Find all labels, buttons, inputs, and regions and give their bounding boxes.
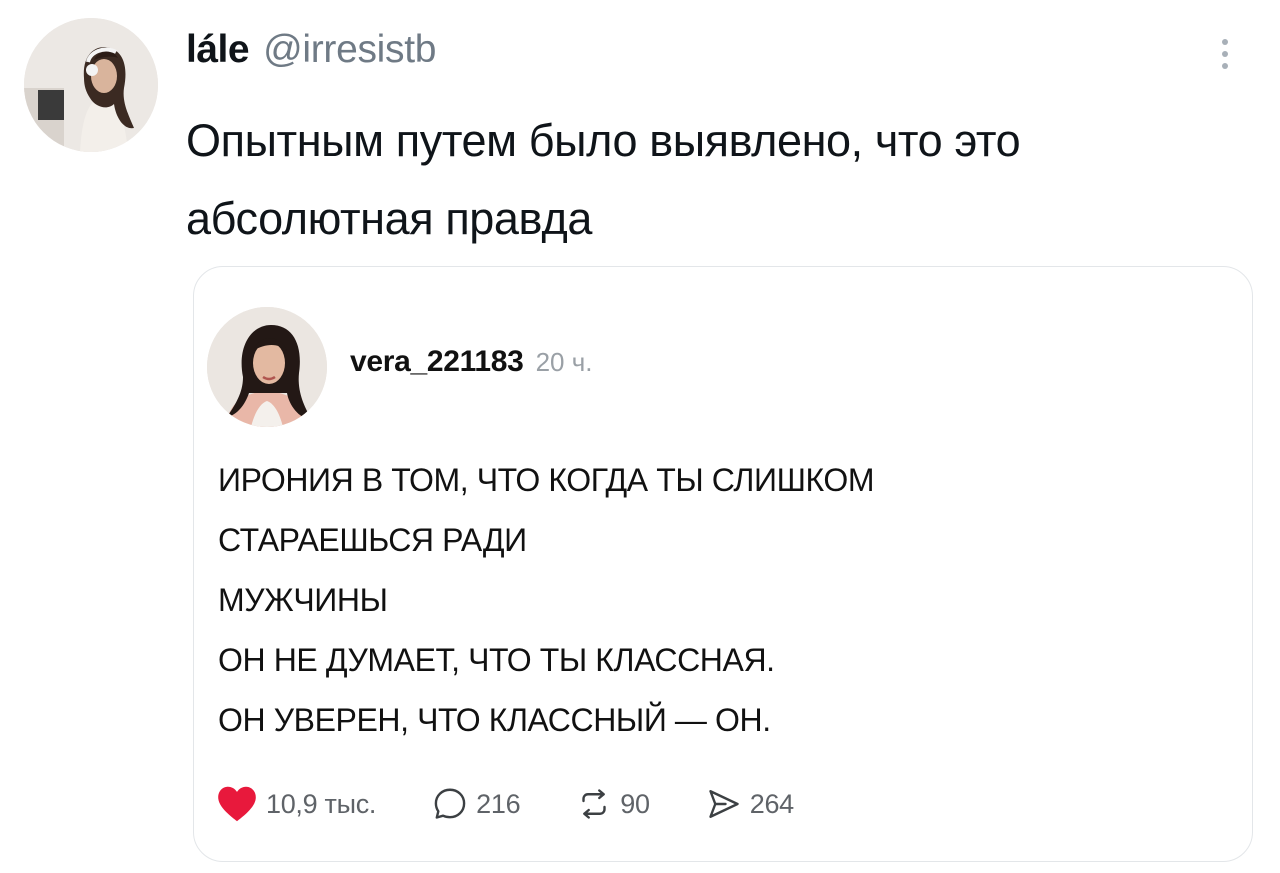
tweet: lále @irresistb Опытным путем было выявл… bbox=[0, 0, 1280, 873]
tweet-text: Опытным путем было выявлено, что это абс… bbox=[186, 115, 1021, 244]
author-avatar[interactable] bbox=[24, 18, 158, 152]
quoted-text-line: ОН НЕ ДУМАЕТ, ЧТО ТЫ КЛАССНАЯ. bbox=[218, 642, 775, 678]
quoted-text-line: СТАРАЕШЬСЯ РАДИ bbox=[218, 522, 527, 558]
like-count: 10,9 тыс. bbox=[266, 788, 377, 819]
heart-icon bbox=[218, 786, 256, 822]
repost-icon bbox=[582, 789, 606, 819]
comment-count: 216 bbox=[476, 788, 521, 819]
author-handle[interactable]: @irresistb bbox=[263, 28, 436, 72]
more-vertical-icon bbox=[1222, 39, 1228, 45]
quoted-text-line: ИРОНИЯ В ТОМ, ЧТО КОГДА ТЫ СЛИШКОМ bbox=[218, 462, 875, 498]
quoted-text-line: МУЖЧИНЫ bbox=[218, 582, 388, 618]
share-count: 264 bbox=[749, 788, 794, 819]
author-avatar-image bbox=[24, 18, 158, 152]
more-options-button[interactable] bbox=[1210, 30, 1240, 78]
share-button[interactable]: 264 bbox=[706, 786, 794, 822]
quoted-timestamp: 20 ч. bbox=[535, 347, 593, 377]
comment-bubble-icon bbox=[434, 788, 466, 819]
quoted-username[interactable]: vera_221183 bbox=[350, 345, 524, 379]
repost-count: 90 bbox=[620, 788, 650, 819]
like-button[interactable]: 10,9 тыс. bbox=[216, 785, 376, 823]
quoted-actions-bar: 10,9 тыс. 216 90 264 bbox=[216, 779, 794, 829]
quoted-post-card[interactable]: vera_221183 20 ч. ИРОНИЯ В ТОМ, ЧТО КОГД… bbox=[193, 266, 1253, 862]
quoted-author: vera_221183 20 ч. bbox=[350, 345, 593, 379]
comment-button[interactable]: 216 bbox=[432, 786, 521, 822]
quoted-author-avatar[interactable] bbox=[207, 307, 327, 427]
quoted-text-line: ОН УВЕРЕН, ЧТО КЛАССНЫЙ — ОН. bbox=[218, 702, 771, 738]
author-display-name[interactable]: lále bbox=[186, 28, 250, 72]
quoted-author-avatar-image bbox=[207, 307, 327, 427]
send-icon bbox=[709, 790, 739, 818]
quoted-text: ИРОНИЯ В ТОМ, ЧТО КОГДА ТЫ СЛИШКОМ СТАРА… bbox=[218, 450, 1228, 750]
tweet-author: lále @irresistb bbox=[186, 28, 436, 88]
repost-button[interactable]: 90 bbox=[576, 786, 650, 822]
